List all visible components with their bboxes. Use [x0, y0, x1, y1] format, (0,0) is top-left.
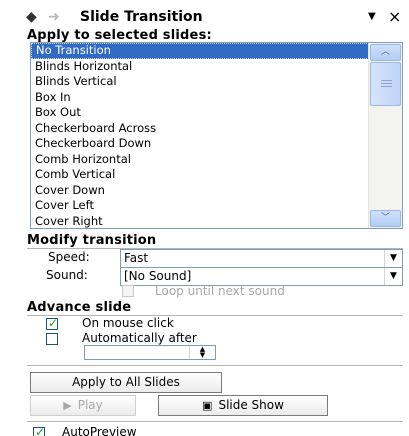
divider [27, 365, 403, 366]
list-item[interactable]: Checkerboard Across [31, 121, 371, 137]
scroll-grip-line [381, 86, 392, 87]
list-item[interactable]: No Transition [31, 43, 371, 59]
list-item[interactable]: Comb Vertical [31, 167, 371, 183]
pane-menu-icon[interactable]: ▼ [368, 11, 376, 22]
transition-list: No Transition Blinds Horizontal Blinds Ver… [31, 43, 371, 229]
autopreview-label: AutoPreview [62, 425, 137, 436]
transition-listbox[interactable]: No Transition Blinds Horizontal Blinds Ver… [30, 42, 403, 229]
task-pane-titlebar: ◆ ➜ Slide Transition ▼ × [20, 7, 405, 30]
scroll-grip-line [381, 83, 392, 84]
slide-show-icon: ▣ [202, 399, 213, 412]
list-scrollbar[interactable]: ︿ ﹀ [368, 43, 402, 228]
list-item[interactable]: Checkerboard Down [31, 136, 371, 152]
apply-section-heading: Apply to selected slides: [27, 28, 212, 43]
scroll-down-button[interactable]: ﹀ [370, 210, 401, 227]
modify-section-heading: Modify transition [27, 233, 157, 248]
list-item[interactable]: Box Out [31, 105, 371, 121]
list-item[interactable]: Blinds Horizontal [31, 59, 371, 75]
scroll-thumb[interactable] [370, 62, 401, 106]
automatically-after-checkbox[interactable] [46, 333, 58, 345]
loop-checkbox[interactable] [122, 285, 134, 297]
scroll-grip-line [381, 80, 392, 81]
on-mouse-click-checkbox[interactable] [46, 316, 58, 330]
spin-buttons[interactable]: ▲ ▼ [189, 346, 215, 359]
pane-title: Slide Transition [80, 9, 203, 25]
speed-select[interactable]: Fast ▼ [120, 249, 403, 268]
chevron-down-icon[interactable]: ▼ [384, 268, 402, 285]
list-item[interactable]: Cover Left [31, 198, 371, 214]
speed-label: Speed: [48, 250, 90, 264]
autopreview-checkbox[interactable] [33, 425, 45, 436]
forward-arrow-icon[interactable]: ➜ [48, 9, 60, 25]
slide-transition-pane: ◆ ➜ Slide Transition ▼ × Apply to select… [0, 0, 409, 436]
chevron-down-icon[interactable]: ▼ [384, 250, 402, 267]
apply-to-all-slides-button[interactable]: Apply to All Slides [30, 372, 222, 393]
play-button[interactable]: ▶ Play [30, 395, 136, 416]
speed-value: Fast [124, 251, 149, 265]
list-item[interactable]: Cover Right [31, 214, 371, 229]
slide-show-label: Slide Show [218, 398, 284, 412]
slide-show-button[interactable]: ▣ Slide Show [158, 395, 328, 416]
play-label: Play [77, 398, 103, 412]
on-mouse-click-label: On mouse click [82, 316, 174, 330]
list-item[interactable]: Blinds Vertical [31, 74, 371, 90]
sound-value: [No Sound] [124, 269, 192, 283]
list-item[interactable]: Cover Down [31, 183, 371, 199]
loop-label: Loop until next sound [155, 284, 285, 298]
list-item[interactable]: Comb Horizontal [31, 152, 371, 168]
advance-time-spinner[interactable]: ▲ ▼ [84, 345, 216, 360]
list-item[interactable]: Box In [31, 90, 371, 106]
advance-section-heading: Advance slide [27, 300, 132, 315]
back-arrow-icon[interactable]: ◆ [26, 9, 37, 25]
sound-label: Sound: [46, 268, 88, 282]
close-icon[interactable]: × [388, 7, 401, 26]
play-icon: ▶ [63, 399, 72, 412]
divider [27, 421, 403, 422]
scroll-up-button[interactable]: ︿ [370, 44, 401, 61]
automatically-after-label: Automatically after [82, 331, 197, 345]
